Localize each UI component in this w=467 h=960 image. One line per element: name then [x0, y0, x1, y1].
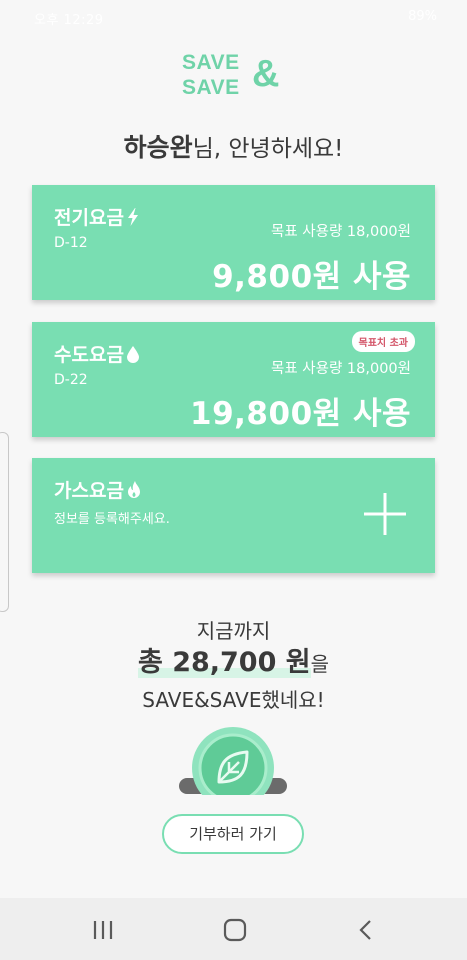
electric-usage: 9,800원 사용 [212, 259, 411, 295]
water-card-title-text: 수도요금 [54, 344, 124, 366]
electric-dday: D-12 [54, 235, 88, 251]
water-dday: D-22 [54, 372, 88, 388]
navigation-bar [0, 898, 467, 960]
water-usage: 19,800원 사용 [190, 396, 411, 432]
recent-apps-icon[interactable] [89, 916, 117, 944]
logo-word-bottom: SAVE [182, 76, 240, 99]
water-target: 목표 사용량 18,000원 [271, 361, 411, 377]
logo-word-top: SAVE [182, 51, 240, 74]
savings-total: 총 28,700 원을 [0, 640, 467, 679]
electric-bill-card[interactable]: 전기요금 D-12 목표 사용량 18,000원 9,800원 사용 [32, 185, 435, 300]
electric-target: 목표 사용량 18,000원 [271, 224, 411, 240]
home-icon[interactable] [221, 916, 249, 944]
water-bill-card[interactable]: 수도요금 D-22 목표치 초과 목표 사용량 18,000원 19,800원 … [32, 322, 435, 437]
savings-amount: 총 28,700 원 [137, 647, 311, 678]
gas-register-hint: 정보를 등록해주세요. [54, 512, 170, 527]
plus-icon[interactable] [362, 491, 408, 537]
gas-card-title: 가스요금 [54, 476, 141, 504]
logo-ampersand: & [252, 53, 280, 95]
electric-card-title: 전기요금 [54, 203, 139, 231]
status-time: 오후 12:29 [34, 13, 104, 28]
water-card-title: 수도요금 [54, 340, 139, 368]
gas-bill-card[interactable]: 가스요금 정보를 등록해주세요. [32, 458, 435, 573]
status-battery: 89% [408, 9, 437, 24]
donate-button[interactable]: 기부하러 가기 [162, 814, 304, 854]
status-bar: 오후 12:29 89% [0, 0, 467, 34]
user-name: 하승완 [123, 133, 193, 162]
greeting: 하승완님, 안녕하세요! [0, 128, 467, 164]
water-drop-icon [126, 346, 139, 368]
electric-card-title-text: 전기요금 [54, 207, 124, 229]
edge-panel-handle[interactable] [0, 432, 9, 612]
coin-slot-fade [170, 795, 296, 813]
flame-icon [127, 481, 141, 504]
over-target-badge: 목표치 초과 [351, 331, 415, 352]
lightning-icon [127, 208, 139, 231]
greeting-text: 님, 안녕하세요! [192, 136, 344, 162]
savings-message: SAVE&SAVE했네요! [142, 688, 325, 712]
back-icon[interactable] [352, 916, 380, 944]
gas-card-title-text: 가스요금 [54, 480, 124, 502]
app-logo: SAVE SAVE & [182, 52, 292, 102]
savings-amount-suffix: 을 [310, 652, 330, 676]
